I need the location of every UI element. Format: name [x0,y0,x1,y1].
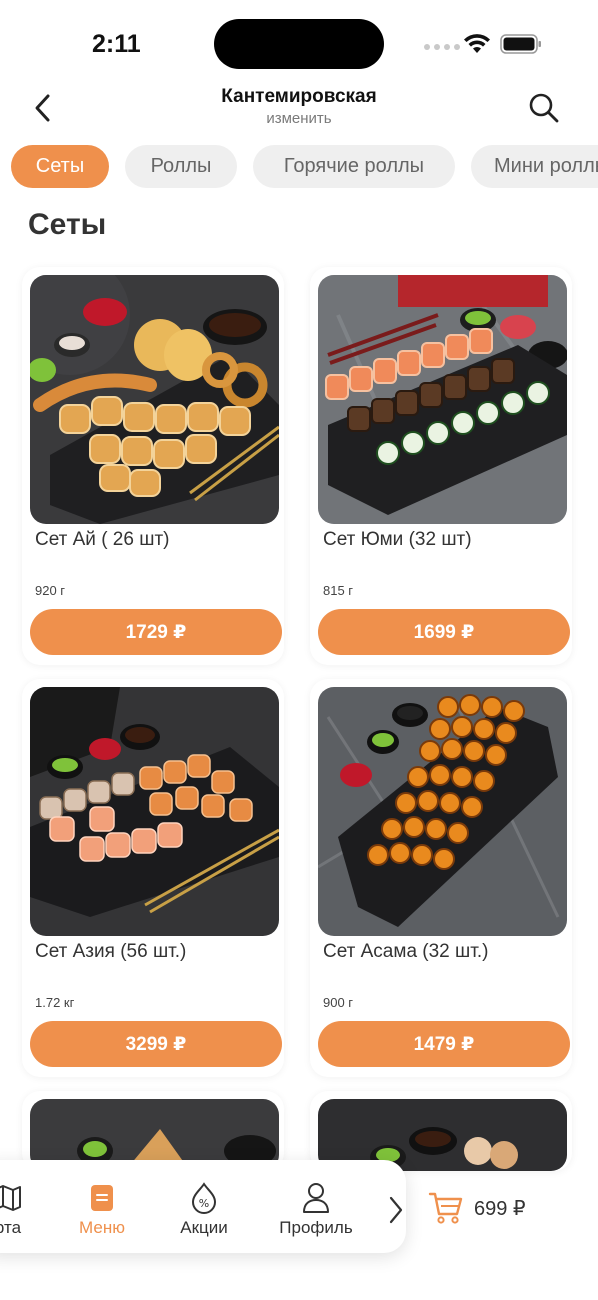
status-time: 2:11 [92,30,141,58]
tab-rolls[interactable]: Роллы [125,145,237,188]
search-button[interactable] [527,90,561,126]
product-weight: 900 г [323,995,354,1010]
tab-hot-rolls[interactable]: Горячие роллы [253,145,455,188]
section-title: Сеты [28,208,107,241]
product-weight: 920 г [35,583,66,598]
nav-item-map[interactable]: рта [0,1160,28,1253]
change-location-link[interactable]: изменить [0,110,598,127]
restaurant-name[interactable]: Кантемировская [0,86,598,108]
product-image[interactable] [318,687,567,936]
tab-sets[interactable]: Сеты [11,145,109,188]
nav-label: рта [0,1218,22,1237]
product-name: Сет Ай ( 26 шт) [35,529,170,550]
product-name: Сет Юми (32 шт) [323,529,472,550]
product-name: Сет Азия (56 шт.) [35,941,187,962]
status-bar: 2:11 [0,0,598,88]
nav-item-promotions[interactable]: % Акции [172,1160,236,1253]
search-icon [529,93,559,123]
product-card[interactable]: Сет Юми (32 шт) 815 г 1699 ₽ [310,267,572,665]
discount-icon: % [188,1182,220,1214]
product-card[interactable]: Сет Ай ( 26 шт) 920 г 1729 ₽ [22,267,284,665]
svg-text:%: % [199,1197,209,1210]
dynamic-island [214,19,384,69]
chevron-right-icon [389,1196,403,1224]
product-weight: 815 г [323,583,354,598]
battery-icon [500,34,541,54]
nav-label: Профиль [279,1218,353,1237]
nav-item-profile[interactable]: Профиль [274,1160,358,1253]
menu-icon [86,1182,118,1214]
add-to-cart-button[interactable]: 3299 ₽ [30,1021,282,1067]
product-card[interactable] [22,1091,284,1171]
nav-label: Меню [79,1218,125,1237]
nav-next-button[interactable] [384,1190,408,1230]
add-to-cart-button[interactable]: 1729 ₽ [30,609,282,655]
product-card[interactable]: Сет Азия (56 шт.) 1.72 кг 3299 ₽ [22,679,284,1077]
cellular-signal-icon [424,44,460,50]
product-image[interactable] [30,275,279,524]
header: Кантемировская изменить [0,86,598,130]
tab-mini-rolls[interactable]: Мини роллы [471,145,598,188]
nav-label: Акции [180,1218,228,1237]
product-card[interactable]: Сет Асама (32 шт.) 900 г 1479 ₽ [310,679,572,1077]
add-to-cart-button[interactable]: 1479 ₽ [318,1021,570,1067]
profile-icon [300,1182,332,1214]
wifi-icon [464,34,490,53]
map-icon [0,1182,24,1214]
product-image[interactable] [30,687,279,936]
product-weight: 1.72 кг [35,995,75,1010]
add-to-cart-button[interactable]: 1699 ₽ [318,609,570,655]
category-tabs: Сеты Роллы Горячие роллы Мини роллы [0,145,598,189]
nav-item-menu[interactable]: Меню [70,1160,134,1253]
bottom-navigation: рта Меню % Акции Профиль [0,1160,406,1253]
product-image[interactable] [318,275,567,524]
product-name: Сет Асама (32 шт.) [323,941,489,962]
product-card[interactable] [310,1091,572,1171]
cart-total: 699 ₽ [474,1197,526,1220]
cart-icon [428,1192,463,1224]
cart-button[interactable]: 699 ₽ [428,1188,526,1228]
